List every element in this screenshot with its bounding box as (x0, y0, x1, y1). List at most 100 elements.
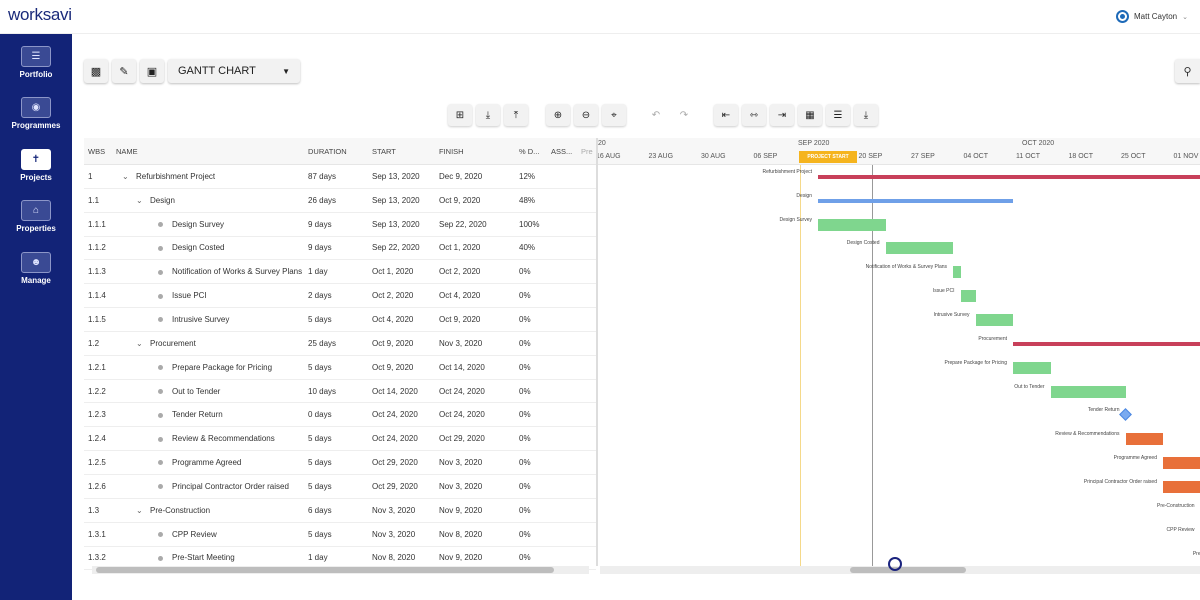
table-row[interactable]: 1.1.1 Design Survey 9 days Sep 13, 2020 Sep … (84, 213, 596, 237)
task-bar[interactable] (1050, 385, 1126, 398)
table-row[interactable]: 1.2.1 Prepare Package for Pricing 5 days Oc… (84, 356, 596, 380)
chevron-down-icon[interactable]: ⌄ (136, 506, 150, 515)
bar-label: Programme Agreed (1113, 455, 1157, 462)
cell-percent-done: 0% (519, 505, 531, 515)
table-row[interactable]: 1.3.1 CPP Review 5 days Nov 3, 2020 Nov 8, 2… (84, 523, 596, 547)
cell-name: ⌄ Procurement (116, 339, 308, 348)
view-toggle-button[interactable]: ▩ (84, 59, 108, 83)
cell-finish: Oct 2, 2020 (439, 267, 481, 277)
timeline-tick-label: 06 SEP (753, 153, 778, 160)
task-bar[interactable] (960, 290, 976, 303)
undo-button[interactable]: ↶ (644, 104, 668, 126)
cell-start: Oct 9, 2020 (372, 338, 414, 348)
chevron-down-icon[interactable]: ⌄ (136, 339, 150, 348)
chevron-down-icon[interactable]: ⌄ (136, 196, 150, 205)
download-button[interactable]: ⤓ (854, 104, 878, 126)
milestone-marker[interactable] (1118, 408, 1132, 422)
col-header-assigned[interactable]: ASS... (551, 147, 581, 156)
cell-duration: 9 days (308, 243, 332, 253)
save-button[interactable]: ▣ (140, 59, 164, 83)
search-button[interactable]: ⚲ (1175, 59, 1200, 83)
grid-scrollbar-thumb[interactable] (96, 567, 554, 573)
summary-bar[interactable] (818, 174, 1200, 179)
cell-start: Nov 3, 2020 (372, 505, 416, 515)
task-bar[interactable] (1163, 480, 1200, 493)
fit-icon: ⌖ (611, 109, 617, 121)
cell-finish: Nov 9, 2020 (439, 553, 483, 563)
cell-name: Principal Contractor Order raised (116, 482, 308, 491)
table-row[interactable]: 1.2.3 Tender Return 0 days Oct 24, 2020 Oct … (84, 403, 596, 428)
timeline-partial-label: 20 (598, 140, 606, 147)
cell-start: Oct 2, 2020 (372, 291, 414, 301)
indent-up-button[interactable]: ⤒ (504, 104, 528, 126)
task-bar[interactable] (1125, 433, 1163, 446)
sidebar-item-projects[interactable]: ✝ Projects (0, 149, 72, 182)
task-bar[interactable] (1163, 457, 1200, 470)
sidebar-item-properties[interactable]: ⌂ Properties (0, 200, 72, 233)
list-button[interactable]: ☰ (826, 104, 850, 126)
save-icon: ▣ (146, 65, 158, 78)
table-row[interactable]: 1.2.5 Programme Agreed 5 days Oct 29, 2020 N… (84, 451, 596, 475)
sidebar-item-manage[interactable]: ☻ Manage (0, 252, 72, 285)
table-row[interactable]: 1 ⌄ Refurbishment Project 87 days Sep 13, 20… (84, 165, 596, 189)
task-bar[interactable] (953, 266, 961, 279)
projects-icon: ✝ (21, 149, 51, 170)
cell-name-text: Tender Return (172, 410, 223, 420)
cell-duration: 5 days (308, 529, 332, 539)
indent-down-button[interactable]: ⤓ (476, 104, 500, 126)
user-menu[interactable]: Matt Cayton ⌄ (1115, 10, 1188, 23)
fit-to-screen-button[interactable]: ⌖ (602, 104, 626, 126)
calendar-button[interactable]: ▦ (798, 104, 822, 126)
table-row[interactable]: 1.2.6 Principal Contractor Order raised 5 … (84, 475, 596, 499)
col-header-percent-done[interactable]: % D... (519, 147, 551, 156)
timeline-tick-label: 01 NOV (1173, 153, 1199, 160)
cell-name-text: CPP Review (172, 529, 217, 539)
table-row[interactable]: 1.1 ⌄ Design 26 days Sep 13, 2020 Oct 9, 2020… (84, 189, 596, 213)
primary-toolbar: ▩ ✎ ▣ GANTT CHART ▼ (84, 59, 300, 83)
arrow-left-bar-icon: ⇤ (721, 109, 731, 121)
bar-label: Pre-Construction (1156, 502, 1195, 509)
task-bar[interactable] (1013, 361, 1051, 374)
col-header-duration[interactable]: DURATION (308, 147, 372, 156)
task-bar[interactable] (885, 242, 953, 255)
col-header-finish[interactable]: FINISH (439, 147, 519, 156)
sidebar-item-label: Portfolio (19, 70, 53, 79)
cell-start: Oct 29, 2020 (372, 458, 418, 468)
redo-button[interactable]: ↷ (672, 104, 696, 126)
task-table-header: WBS NAME DURATION START FINISH % D... AS… (84, 138, 596, 165)
zoom-in-button[interactable]: ⊕ (546, 104, 570, 126)
sidebar-item-programmes[interactable]: ◉ Programmes (0, 97, 72, 130)
table-row[interactable]: 1.1.2 Design Costed 9 days Sep 22, 2020 Oct … (84, 237, 596, 261)
collapse-columns-button[interactable]: ⇿ (742, 104, 766, 126)
app-logo[interactable]: worksavi (8, 5, 72, 25)
table-row[interactable]: 1.1.4 Issue PCI 2 days Oct 2, 2020 Oct 4, 20… (84, 284, 596, 309)
cell-percent-done: 0% (519, 291, 531, 301)
cell-finish: Nov 3, 2020 (439, 458, 483, 468)
col-header-predecessors[interactable]: Pre (581, 147, 596, 156)
scroll-start-button[interactable]: ⇤ (714, 104, 738, 126)
table-row[interactable]: 1.2.2 Out to Tender 10 days Oct 14, 2020 Oct… (84, 380, 596, 404)
gantt-toolbar: ⊞ ⤓ ⤒ ⊕ ⊖ ⌖ ↶ ↷ ⇤ ⇿ ⇥ ▦ ☰ ⤓ (448, 104, 878, 126)
table-row[interactable]: 1.3 ⌄ Pre-Construction 6 days Nov 3, 2020 Nov… (84, 499, 596, 523)
cell-wbs: 1.1 (88, 195, 100, 205)
table-row[interactable]: 1.2.4 Review & Recommendations 5 days Oct 2… (84, 427, 596, 452)
sidebar-item-portfolio[interactable]: ☰ Portfolio (0, 46, 72, 79)
task-bar[interactable] (975, 314, 1013, 327)
table-row[interactable]: 1.1.3 Notification of Works & Survey Plan… (84, 260, 596, 285)
view-select[interactable]: GANTT CHART ▼ (168, 59, 300, 83)
cell-wbs: 1.1.4 (88, 291, 106, 301)
summary-bar[interactable] (818, 198, 1013, 203)
table-row[interactable]: 1.2 ⌄ Procurement 25 days Oct 9, 2020 Nov 3, … (84, 332, 596, 356)
gantt-scrollbar-thumb[interactable] (850, 567, 966, 573)
add-task-button[interactable]: ⊞ (448, 104, 472, 126)
zoom-out-button[interactable]: ⊖ (574, 104, 598, 126)
col-header-name[interactable]: NAME (116, 147, 308, 156)
scroll-end-button[interactable]: ⇥ (770, 104, 794, 126)
col-header-wbs[interactable]: WBS (84, 147, 116, 156)
summary-bar[interactable] (1013, 341, 1200, 346)
table-row[interactable]: 1.1.5 Intrusive Survey 5 days Oct 4, 2020 Oc… (84, 308, 596, 332)
col-header-start[interactable]: START (372, 147, 439, 156)
task-bar[interactable] (818, 218, 886, 231)
chevron-down-icon[interactable]: ⌄ (122, 172, 136, 181)
edit-button[interactable]: ✎ (112, 59, 136, 83)
